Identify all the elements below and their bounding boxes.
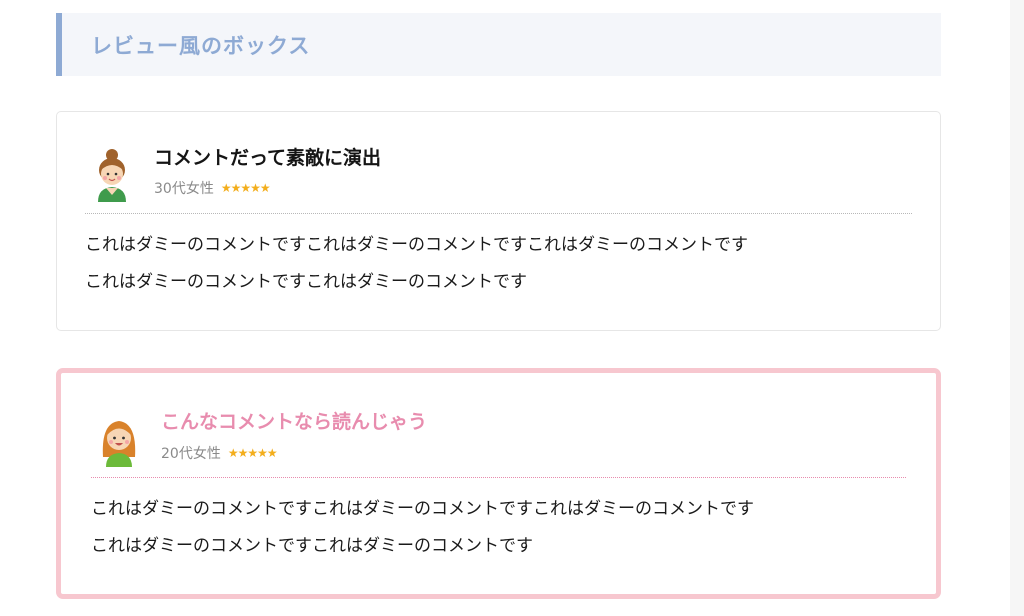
review-body: これはダミーのコメントですこれはダミーのコメントですこれはダミーのコメントです …: [85, 227, 748, 301]
reviewer-age: 30代女性: [154, 181, 214, 197]
girl-long-hair-avatar-icon: [102, 421, 136, 467]
section-heading: レビュー風のボックス: [56, 13, 941, 76]
scrollbar-track[interactable]: [1010, 0, 1024, 616]
reviewer-meta: 30代女性 ★★★★★: [154, 178, 271, 198]
review-body-line: これはダミーのコメントですこれはダミーのコメントです: [91, 536, 533, 556]
review-title: こんなコメントなら読んじゃう: [161, 411, 428, 433]
review-body: これはダミーのコメントですこれはダミーのコメントですこれはダミーのコメントです …: [91, 491, 754, 565]
review-body-line: これはダミーのコメントですこれはダミーのコメントですこれはダミーのコメントです: [91, 499, 754, 519]
star-rating-icon: ★★★★★: [220, 181, 271, 195]
review-body-line: これはダミーのコメントですこれはダミーのコメントです: [85, 272, 527, 292]
section-heading-text: レビュー風のボックス: [91, 33, 311, 58]
review-body-line: これはダミーのコメントですこれはダミーのコメントですこれはダミーのコメントです: [85, 235, 748, 255]
divider: [91, 477, 906, 478]
reviewer-age: 20代女性: [161, 446, 221, 462]
star-rating-icon: ★★★★★: [227, 446, 278, 460]
review-card-pink: こんなコメントなら読んじゃう 20代女性 ★★★★★ これはダミーのコメントです…: [56, 368, 941, 599]
review-title: コメントだって素敵に演出: [154, 147, 382, 169]
woman-bun-avatar-icon: [98, 149, 126, 202]
review-card: コメントだって素敵に演出 30代女性 ★★★★★ これはダミーのコメントですこれ…: [56, 111, 941, 331]
reviewer-meta: 20代女性 ★★★★★: [161, 443, 278, 463]
divider: [85, 213, 912, 214]
